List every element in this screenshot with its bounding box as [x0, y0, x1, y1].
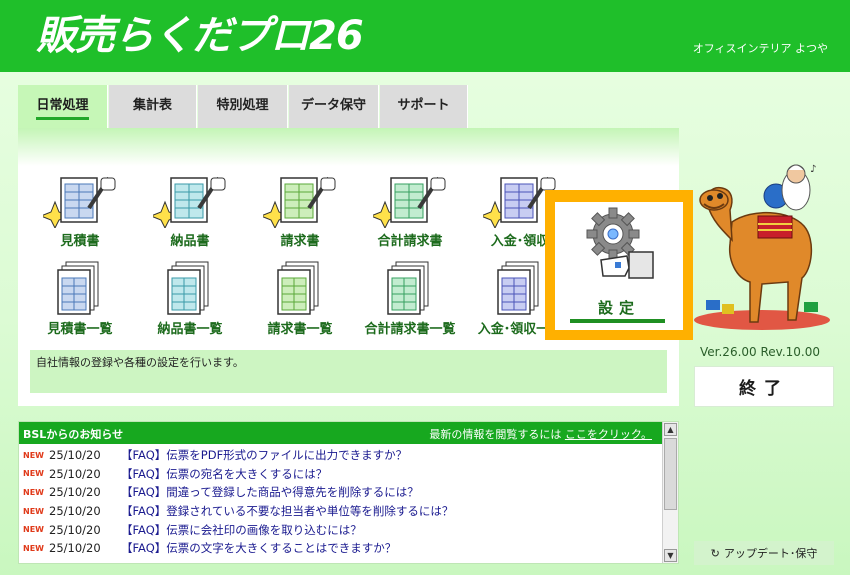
version-info: Ver.26.00 Rev.10.00 [700, 345, 820, 359]
delivery-doc-icon [153, 176, 226, 228]
news-item[interactable]: NEW 25/10/20 【FAQ】登録されている不要な担当者や単位等を削除するには… [19, 502, 662, 521]
settings-button[interactable]: 設定 [555, 202, 683, 330]
new-badge: NEW [23, 487, 44, 497]
new-badge: NEW [23, 450, 44, 460]
news-item[interactable]: NEW 25/10/20 【FAQ】伝票に会社印の画像を取り込むには？ [19, 520, 662, 539]
scroll-thumb[interactable] [664, 438, 677, 510]
news-panel: BSLからのお知らせ 最新の情報を閲覧するには ここをクリック。 NEW 25/1… [18, 421, 679, 564]
news-item[interactable]: NEW 25/10/20 【FAQ】伝票の文字を大きくすることはできますか？ [19, 539, 662, 558]
news-list: NEW 25/10/20 【FAQ】伝票をPDF形式のファイルに出力できますか？ N… [19, 446, 662, 558]
news-header: BSLからのお知らせ 最新の情報を閲覧するには ここをクリック。 [19, 422, 662, 444]
news-scrollbar[interactable]: ▲ ▼ [662, 422, 678, 563]
scroll-down-icon[interactable]: ▼ [664, 549, 677, 562]
scroll-up-icon[interactable]: ▲ [664, 423, 677, 436]
update-button[interactable]: ↻ アップデート･保守 [694, 541, 834, 565]
news-item[interactable]: NEW 25/10/20 【FAQ】伝票の宛名を大きくするには？ [19, 465, 662, 484]
estimate-list-button[interactable]: 見積書一覧 [26, 260, 134, 340]
tab-support[interactable]: サポート [380, 85, 468, 128]
settings-underline [570, 319, 665, 323]
news-item[interactable]: NEW 25/10/20 【FAQ】伝票をPDF形式のファイルに出力できますか？ [19, 446, 662, 465]
new-badge: NEW [23, 469, 44, 479]
delivery-list-icon [167, 261, 209, 315]
settings-label: 設定 [597, 299, 640, 317]
gear-hand-icon [586, 207, 654, 279]
news-more-link[interactable]: ここをクリック。 [565, 428, 652, 441]
total-invoice-doc-icon [373, 176, 446, 228]
company-name: オフィスインテリア よつや [692, 42, 828, 55]
tab-summary[interactable]: 集計表 [109, 85, 197, 128]
tab-data-maintenance[interactable]: データ保守 [289, 85, 379, 128]
svg-text:♪: ♪ [810, 164, 816, 175]
invoice-doc-icon [263, 176, 336, 228]
tab-daily[interactable]: 日常処理 [18, 85, 108, 130]
invoice-button[interactable]: 請求書 [246, 172, 354, 252]
new-badge: NEW [23, 506, 44, 516]
delivery-list-button[interactable]: 納品書一覧 [136, 260, 244, 340]
estimate-list-icon [57, 261, 99, 315]
estimate-doc-icon [43, 176, 116, 228]
news-item[interactable]: NEW 25/10/20 【FAQ】間違って登録した商品や得意先を削除するには？ [19, 483, 662, 502]
total-invoice-list-icon [387, 261, 429, 315]
refresh-icon: ↻ [710, 546, 720, 560]
invoice-list-icon [277, 261, 319, 315]
exit-button[interactable]: 終了 [694, 366, 834, 407]
settings-highlight: 設定 [545, 190, 693, 340]
news-title: BSLからのお知らせ [23, 428, 124, 441]
news-more-text: 最新の情報を閲覧するには ここをクリック。 [429, 428, 652, 441]
total-invoice-list-button[interactable]: 合計請求書一覧 [356, 260, 464, 340]
camel-mascot-image: ♪ [694, 164, 830, 330]
estimate-button[interactable]: 見積書 [26, 172, 134, 252]
total-invoice-button[interactable]: 合計請求書 [356, 172, 464, 252]
receipt-list-icon [497, 261, 539, 315]
new-badge: NEW [23, 525, 44, 535]
app-header: 販売らくだプロ26 オフィスインテリア よつや [0, 0, 850, 72]
new-badge: NEW [23, 543, 44, 553]
function-description: 自社情報の登録や各種の設定を行います。 [30, 350, 667, 393]
tab-special[interactable]: 特別処理 [198, 85, 288, 128]
app-title: 販売らくだプロ26 [36, 13, 364, 59]
delivery-button[interactable]: 納品書 [136, 172, 244, 252]
invoice-list-button[interactable]: 請求書一覧 [246, 260, 354, 340]
